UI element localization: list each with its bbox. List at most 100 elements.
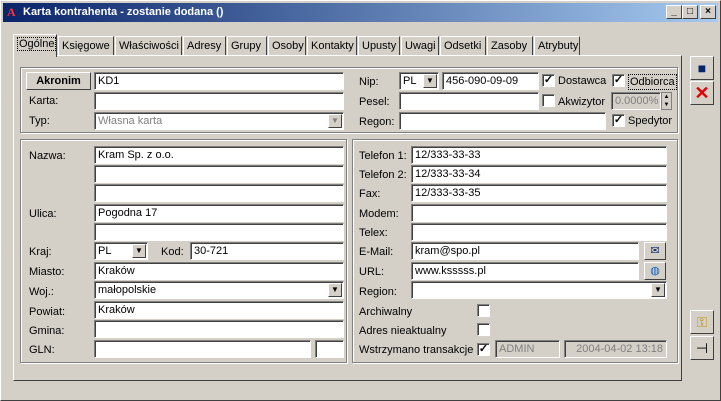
nip-label: Nip: [359,76,379,88]
email-label: E-Mail: [359,246,394,258]
chevron-down-icon[interactable]: ▼ [328,283,342,297]
telefon2-label: Telefon 2: [359,169,407,181]
dostawca-checkbox[interactable]: ✓ [542,74,555,87]
archiwalny-checkbox[interactable] [477,304,490,317]
nazwa-input-2[interactable] [94,165,344,183]
ulica-input-2[interactable] [94,223,344,241]
chevron-down-icon[interactable]: ▼ [423,74,437,88]
pesel-input[interactable] [399,92,539,110]
gln-label: GLN: [29,344,55,356]
envelope-icon: ✉ [650,245,660,257]
ulica-input-1[interactable]: Pogodna 17 [94,204,344,222]
pesel-label: Pesel: [359,96,390,108]
save-button[interactable]: ■ [690,56,714,80]
regon-label: Regon: [359,116,395,128]
regon-input[interactable] [399,112,606,130]
cancel-button[interactable]: ✕ [690,81,714,105]
odbiorca-checkbox[interactable]: ✓ [612,74,625,87]
akwizytor-percent-input[interactable]: 0.0000% [611,92,661,110]
woj-label: Woj.: [29,286,54,298]
miasto-input[interactable]: Kraków [94,262,344,280]
chevron-down-icon[interactable]: ▼ [328,114,342,128]
date-field: 2004-04-02 13:18 [564,340,667,358]
globe-icon: ◍ [650,265,660,277]
url-input[interactable]: www.ksssss.pl [411,262,639,280]
telex-label: Telex: [359,227,388,239]
woj-select[interactable]: małopolskie ▼ [94,281,344,299]
tab-ksiegowe[interactable]: Księgowe [58,36,114,56]
akwizytor-checkbox[interactable] [542,94,555,107]
kod-input[interactable]: 30-721 [190,242,344,260]
email-input[interactable]: kram@spo.pl [411,242,639,260]
window-title: Karta kontrahenta - zostanie dodana () [23,6,224,18]
kod-label: Kod: [161,246,184,258]
powiat-label: Powiat: [29,306,66,318]
gln-check-input[interactable] [315,340,344,358]
url-label: URL: [359,266,385,278]
kraj-select[interactable]: PL ▼ [94,242,148,260]
tab-adresy[interactable]: Adresy [183,36,226,56]
spedytor-label: Spedytor [628,115,673,127]
attachment-button[interactable]: ⚿ [690,310,714,334]
tab-kontakty[interactable]: Kontakty [307,36,357,56]
chevron-down-icon[interactable]: ▼ [132,244,146,258]
minimize-button[interactable]: _ [666,5,682,19]
wstrzymano-label: Wstrzymano transakcje [359,344,474,356]
ulica-label: Ulica: [29,208,57,220]
red-x-icon: ✕ [694,83,710,103]
nip-input[interactable]: 456-090-09-09 [442,72,539,90]
adres-nieaktualny-label: Adres nieaktualny [359,325,447,337]
wstrzymano-checkbox[interactable]: ✓ [477,343,490,356]
spinner-icon[interactable]: ▲ ▼ [661,92,672,110]
window: A Karta kontrahenta - zostanie dodana ()… [0,0,721,401]
nazwa-input-1[interactable]: Kram Sp. z o.o. [94,146,344,164]
adres-nieaktualny-checkbox[interactable] [477,323,490,336]
dostawca-label: Dostawca [558,75,607,87]
lock-icon: ⚿ [696,314,708,330]
tab-grupy[interactable]: Grupy [227,36,267,56]
operator-field: ADMIN [495,340,560,358]
title-bar: A Karta kontrahenta - zostanie dodana () [3,3,718,22]
nazwa-input-3[interactable] [94,184,344,202]
app-icon: A [7,5,16,19]
send-email-button[interactable]: ✉ [644,242,666,260]
floppy-disk-icon: ■ [697,60,707,76]
akronim-input[interactable]: KD1 [94,72,344,90]
maximize-button[interactable]: □ [682,5,698,19]
tab-zasoby[interactable]: Zasoby [487,36,533,56]
powiat-input[interactable]: Kraków [94,301,344,319]
spedytor-checkbox[interactable]: ✓ [612,114,625,127]
akwizytor-label: Akwizytor [558,96,606,108]
tab-wlasciwosci[interactable]: Właściwości [115,36,182,56]
fax-input[interactable]: 12/333-33-35 [411,184,667,202]
nip-prefix-select[interactable]: PL ▼ [399,72,439,90]
tab-odsetki[interactable]: Odsetki [440,36,486,56]
odbiorca-label: Odbiorca [628,74,677,90]
modem-input[interactable] [411,204,667,222]
miasto-label: Miasto: [29,266,65,278]
karta-input[interactable] [94,92,344,110]
tab-upusty[interactable]: Upusty [358,36,400,56]
open-url-button[interactable]: ◍ [644,262,666,280]
pin-button[interactable]: ⊣ [690,336,714,360]
pin-icon: ⊣ [695,340,709,356]
gln-input[interactable] [94,340,311,358]
akronim-button[interactable]: Akronim [26,72,91,90]
telefon1-label: Telefon 1: [359,150,407,162]
typ-select[interactable]: Własna karta ▼ [94,112,344,130]
karta-label: Karta: [29,95,59,107]
tab-uwagi[interactable]: Uwagi [401,36,439,56]
kraj-label: Kraj: [29,246,52,258]
region-select[interactable]: ▼ [411,281,667,299]
modem-label: Modem: [359,208,399,220]
tab-atrybuty[interactable]: Atrybuty [534,36,580,56]
telex-input[interactable] [411,223,667,241]
telefon1-input[interactable]: 12/333-33-33 [411,146,667,164]
gmina-input[interactable] [94,320,344,338]
tab-ogolne[interactable]: Ogólne [13,34,57,57]
close-button[interactable]: × [700,5,716,19]
typ-label: Typ: [29,115,50,127]
telefon2-input[interactable]: 12/333-33-34 [411,165,667,183]
chevron-down-icon[interactable]: ▼ [651,283,665,297]
tab-osoby[interactable]: Osoby [268,36,306,56]
